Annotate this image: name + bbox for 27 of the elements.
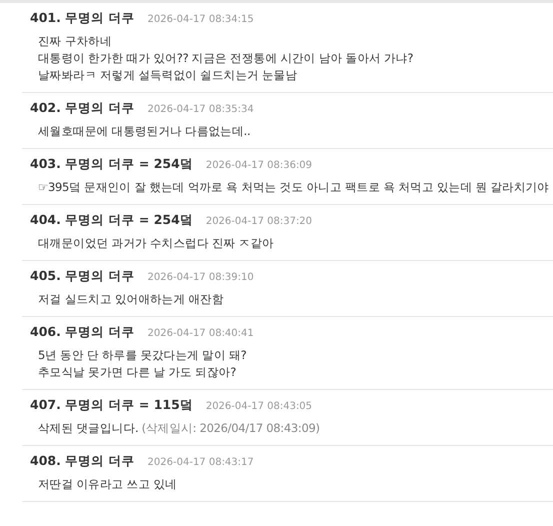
comment-text: 세월호때문에 대통령된거나 다름없는데..	[38, 123, 252, 140]
comment-text: 저딴걸 이유라고 쓰고 있네	[38, 476, 178, 493]
comment-time: 2026-04-17 08:39:10	[148, 272, 254, 283]
comment-time: 2026-04-17 08:36:09	[206, 160, 312, 171]
comment-time: 2026-04-17 08:40:41	[148, 328, 254, 339]
comment-text: 진짜 구차하네	[38, 33, 113, 50]
comment-text: 추모식날 못가면 다른 날 가도 되잖아?	[38, 364, 238, 381]
comment-time: 2026-04-17 08:34:15	[148, 14, 254, 25]
comment-text: 날짜봐라ㅋ 저렇게 설득력없이 쉴드치는거 눈물남	[38, 67, 298, 84]
comment-author: 407. 무명의 더쿠 = 115덬	[30, 397, 193, 414]
comment-text: 대통령이 한가한 때가 있어?? 지금은 전쟁통에 시간이 남아 돌아서 가냐?	[38, 50, 414, 67]
comment-author: 408. 무명의 더쿠	[30, 453, 135, 470]
comment-author: 405. 무명의 더쿠	[30, 268, 135, 285]
comment-text: 5년 동안 단 하루를 못갔다는게 말이 돼?	[38, 347, 248, 364]
comment-author: 404. 무명의 더쿠 = 254덬	[30, 212, 193, 229]
comment-author: 401. 무명의 더쿠	[30, 10, 135, 27]
comment-author: 406. 무명의 더쿠	[30, 324, 135, 341]
comment-author: 403. 무명의 더쿠 = 254덬	[30, 156, 193, 173]
comment-time: 2026-04-17 08:37:20	[206, 216, 312, 227]
deleted-comment-text: 삭제된 댓글입니다. (삭제일시: 2026/04/17 08:43:09)	[38, 420, 321, 437]
comment-time: 2026-04-17 08:43:17	[148, 457, 254, 468]
comment-text: 저걸 실드치고 있어애하는게 애잔함	[38, 291, 225, 308]
comment-time: 2026-04-17 08:43:05	[206, 401, 312, 412]
comment-time: 2026-04-17 08:35:34	[148, 104, 254, 115]
comment-author: 402. 무명의 더쿠	[30, 100, 135, 117]
comment-text: ☞395덬 문재인이 잘 했는데 억까로 욕 처먹는 것도 아니고 팩트로 욕 처먹고 있는데 뭔 갈라치기야	[38, 179, 550, 196]
comment-text: 대깨문이었던 과거가 수치스럽다 진짜 ㅈ같아	[38, 235, 275, 252]
